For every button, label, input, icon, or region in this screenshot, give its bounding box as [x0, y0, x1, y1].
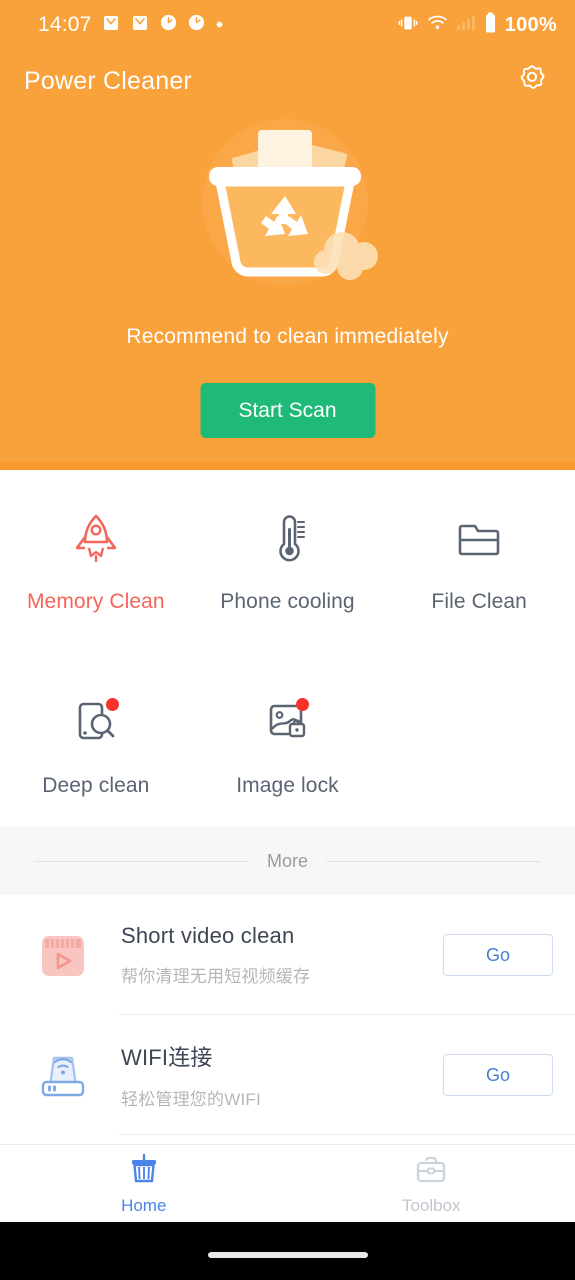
nav-label: Toolbox: [401, 1195, 461, 1215]
vibrate-icon: [397, 14, 419, 37]
list-item-text: Short video clean 帮你清理无用短视频缓存: [102, 923, 443, 987]
hero-illustration: [0, 112, 575, 302]
feature-memory-clean[interactable]: Memory Clean: [0, 498, 192, 624]
notification-badge-icon: [105, 698, 119, 711]
mail-icon: [101, 13, 121, 38]
feature-row: Deep clean Image lock: [0, 682, 575, 808]
hero-bottom-edge: [0, 462, 575, 470]
feature-label: Image lock: [236, 774, 339, 797]
trash-bin-recycle-icon: [180, 110, 395, 305]
clock-icon: [187, 13, 206, 37]
bottom-navigation: Home Toolbox: [0, 1144, 575, 1222]
gear-icon: [516, 63, 548, 100]
list-item-title: WIFI连接: [121, 1045, 213, 1070]
app-screen: 14:07 100% Power Cleaner Recommend to cl…: [0, 0, 575, 1280]
status-bar-right: 100%: [397, 12, 557, 39]
app-bar: Power Cleaner: [0, 50, 575, 112]
broom-icon: [127, 1152, 161, 1191]
list-item-title: Short video clean: [121, 923, 295, 948]
feature-phone-cooling[interactable]: Phone cooling: [192, 498, 384, 624]
nav-item-home[interactable]: Home: [0, 1145, 288, 1222]
clock-icon: [159, 13, 178, 37]
list-item-subtitle: 帮你清理无用短视频缓存: [121, 967, 311, 986]
feature-image-lock[interactable]: Image lock: [192, 682, 384, 808]
more-label: More: [266, 850, 308, 871]
divider-line-right: [326, 860, 541, 862]
status-bar-left: 14:07: [38, 13, 397, 38]
go-button[interactable]: Go: [443, 934, 553, 976]
list-item-text: WIFI连接 轻松管理您的WIFI: [102, 1040, 443, 1110]
hero-caption: Recommend to clean immediately: [126, 325, 449, 348]
start-scan-button[interactable]: Start Scan: [200, 383, 375, 438]
go-button[interactable]: Go: [443, 1054, 553, 1096]
status-time: 14:07: [38, 13, 92, 36]
thermometer-icon: [265, 510, 311, 566]
feature-label: File Clean: [431, 590, 527, 613]
status-bar: 14:07 100%: [0, 0, 575, 50]
list-item-subtitle: 轻松管理您的WIFI: [121, 1090, 261, 1109]
page-title: Power Cleaner: [24, 66, 192, 95]
nav-item-toolbox[interactable]: Toolbox: [288, 1145, 575, 1222]
battery-percent: 100%: [504, 13, 557, 36]
video-film-icon: [24, 920, 102, 990]
feature-row: Memory Clean Phone cooling File Clean: [0, 498, 575, 624]
feature-grid: Memory Clean Phone cooling File Clean De…: [0, 470, 575, 808]
settings-button[interactable]: [511, 60, 553, 102]
rocket-icon: [73, 510, 119, 566]
list-item[interactable]: WIFI连接 轻松管理您的WIFI Go: [0, 1015, 575, 1135]
feature-deep-clean[interactable]: Deep clean: [0, 682, 192, 808]
mail-icon: [130, 13, 150, 38]
hero-section: Power Cleaner Recommend to clean immedia…: [0, 50, 575, 470]
nav-label: Home: [121, 1195, 167, 1215]
divider-line-left: [33, 860, 249, 862]
battery-icon: [484, 12, 497, 39]
feature-file-clean[interactable]: File Clean: [383, 498, 575, 624]
more-divider: More: [0, 827, 575, 895]
dot-icon: [215, 16, 224, 34]
phone-search-icon: [71, 694, 121, 750]
notification-badge-icon: [295, 698, 309, 711]
list-item[interactable]: Short video clean 帮你清理无用短视频缓存 Go: [0, 895, 575, 1015]
signal-bars-icon: [456, 14, 476, 36]
feature-label: Memory Clean: [26, 590, 165, 613]
briefcase-icon: [414, 1152, 448, 1191]
router-wifi-icon: [24, 1040, 102, 1110]
system-gesture-bar: [0, 1222, 575, 1280]
feature-label: Phone cooling: [220, 590, 355, 613]
feature-empty-slot: [383, 682, 575, 808]
feature-label: Deep clean: [42, 774, 150, 797]
gesture-pill[interactable]: [207, 1252, 368, 1258]
image-lock-icon: [263, 694, 313, 750]
folder-icon: [454, 510, 504, 566]
wifi-icon: [427, 14, 448, 36]
